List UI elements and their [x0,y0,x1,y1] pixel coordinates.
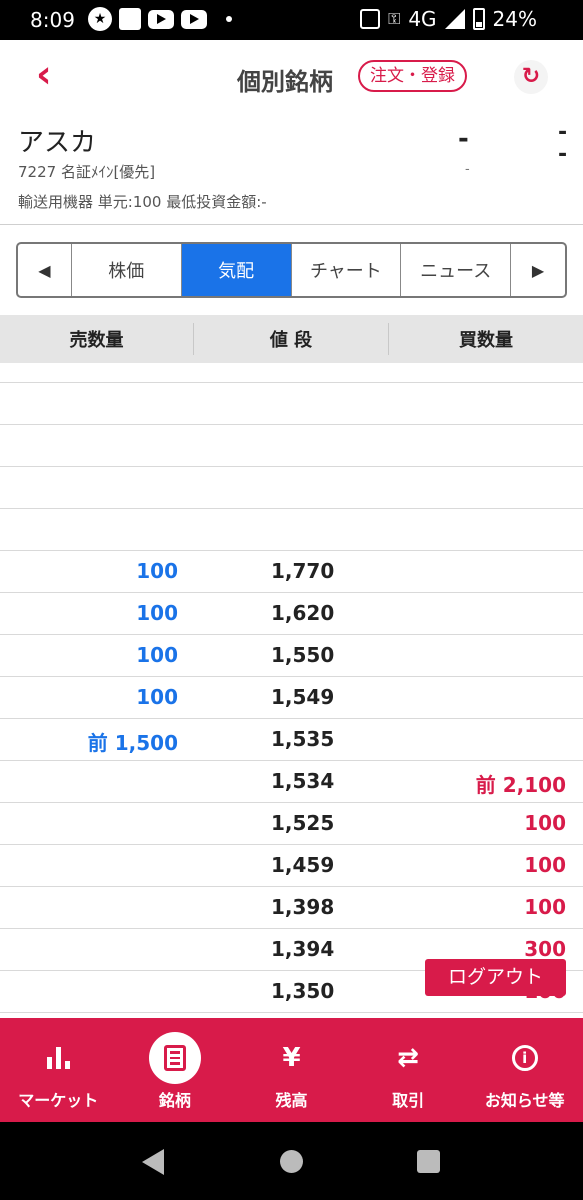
contact-card-icon [119,8,141,30]
tab-chart[interactable]: チャート [292,244,402,296]
tab-news[interactable]: ニュース [401,244,512,296]
buy-quantity: 100 [524,895,566,919]
sell-quantity: 100 [136,601,178,625]
price-header: 値 段 [269,330,313,351]
nav-label: お知らせ等 [484,1091,565,1110]
signal-icon [444,9,465,29]
price-time: - [465,162,470,177]
status-bar: 8:09 ★ ⚿ 4G 24% [0,0,583,40]
buy-quantity-header: 買数量 [459,330,513,351]
system-icons: ⚿ 4G 24% [360,7,537,31]
back-arrow-icon[interactable]: ‹ [36,55,62,94]
info-symbol: i [511,1045,538,1071]
nav-label: 取引 [392,1091,425,1110]
youtube-icon [148,9,174,29]
buy-quantity: 100 [524,811,566,835]
price-level: 1,549 [271,685,335,709]
board-row: 1,525 100 [0,803,583,845]
board-row [0,467,583,509]
nav-balance[interactable]: ¥ 残高 [233,1018,350,1122]
tab-quote-board[interactable]: 気配 [181,244,292,296]
battery-level: 24% [492,7,537,31]
board-header: 売数量 値 段 買数量 [0,315,583,363]
sell-quantity: 100 [136,685,178,709]
notification-icons: ★ [88,7,232,31]
buy-quantity: 100 [524,853,566,877]
order-register-button[interactable]: 注文・登録 [358,60,467,92]
info-icon: i [499,1032,551,1084]
buy-quantity: 前 2,100 [475,773,566,797]
vibrate-icon [360,9,381,29]
system-home-icon[interactable] [280,1150,303,1173]
price-level: 1,550 [271,643,335,667]
price-level: 1,525 [271,811,335,835]
stock-meta: 輸送用機器 単元:100 最低投資金額:- [18,193,267,211]
star-icon: ★ [88,7,112,31]
exchange-icon: ⇄ [397,1043,419,1073]
nav-notices[interactable]: i お知らせ等 [466,1018,583,1122]
sell-quantity: 100 [136,559,178,583]
board-row-spacer [0,363,583,383]
stock-code-market: 7227 名証ﾒｲﾝ[優先] [18,163,156,181]
battery-icon [472,8,485,30]
price-level: 1,350 [271,979,335,1003]
document-icon [148,1032,201,1084]
price-level: 1,534 [271,769,335,793]
network-type: 4G [408,7,437,31]
sell-quantity: 前 1,500 [87,731,178,755]
system-nav-bar [0,1122,583,1200]
board-row [0,425,583,467]
board-row: 1,459 100 [0,845,583,887]
nav-trade[interactable]: ⇄ 取引 [350,1018,467,1122]
board-row [0,509,583,551]
sell-quantity-header: 売数量 [69,330,124,351]
board-row: 100 1,549 [0,677,583,719]
youtube-icon [181,9,207,29]
board-row: 100 1,550 [0,635,583,677]
board-row: 1,398 100 [0,887,583,929]
price-level: 1,398 [271,895,335,919]
board-row: 前 1,500 1,535 [0,719,583,761]
board-row: 1,534 前 2,100 [0,761,583,803]
vpn-key-icon: ⚿ [388,9,401,28]
quote-board: 100 1,770 100 1,620 100 1,550 100 1,549 前 1,500 1… [0,363,583,1055]
tab-prev-arrow[interactable]: ◀ [18,244,72,296]
stock-tabs: ◀ 株価 気配 チャート ニュース ▶ [16,242,567,298]
status-time: 8:09 [30,8,75,32]
sell-quantity: 100 [136,643,178,667]
change-percent: - [558,142,568,167]
stock-info: アスカ 7227 名証ﾒｲﾝ[優先] 輸送用機器 単元:100 最低投資金額:-… [0,112,583,225]
bottom-nav: マーケット 銘柄 ¥ 残高 ⇄ 取引 i お知らせ等 [0,1018,583,1122]
nav-label: 残高 [275,1091,308,1110]
more-notifications-icon [226,16,232,22]
nav-stock[interactable]: 銘柄 [117,1018,234,1122]
nav-market[interactable]: マーケット [0,1018,117,1122]
price-level: 1,770 [271,559,335,583]
board-row: 100 1,620 [0,593,583,635]
tab-next-arrow[interactable]: ▶ [511,244,565,296]
refresh-icon[interactable]: ↻ [514,60,548,94]
bar-chart-icon [32,1032,84,1084]
price-level: 1,535 [271,727,335,751]
system-back-icon[interactable] [142,1149,164,1175]
logout-button[interactable]: ログアウト [425,959,566,996]
stock-name: アスカ [18,128,97,158]
price-level: 1,459 [271,853,335,877]
board-row [0,383,583,425]
nav-label: 銘柄 [158,1091,191,1110]
current-price: - [458,124,469,154]
system-recents-icon[interactable] [417,1150,440,1173]
yen-icon: ¥ [282,1043,301,1073]
price-change: - - [558,122,567,166]
nav-label: マーケット [18,1091,99,1110]
buy-quantity: 300 [524,937,566,961]
page-title: 個別銘柄 [237,68,333,96]
app-header: ‹ 個別銘柄 注文・登録 ↻ [0,40,583,112]
tab-stock-price[interactable]: 株価 [72,244,182,296]
price-level: 1,394 [271,937,335,961]
board-row: 100 1,770 [0,551,583,593]
price-level: 1,620 [271,601,335,625]
